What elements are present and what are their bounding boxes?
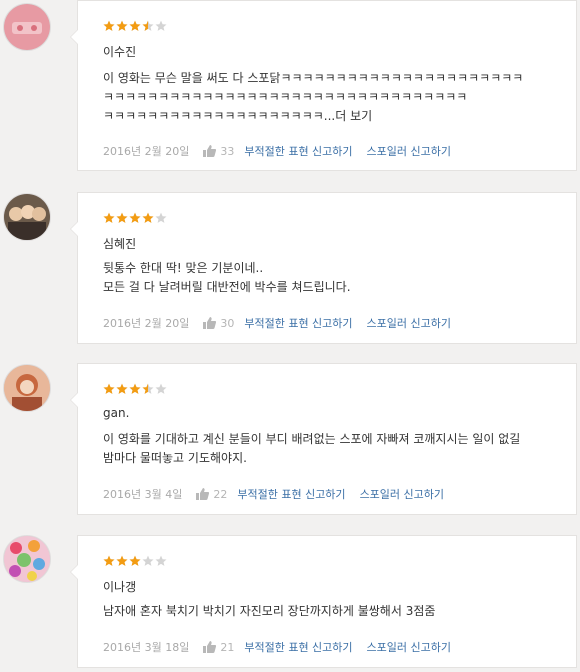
star-icon (142, 20, 154, 32)
star-icon (142, 212, 154, 224)
review-text: 남자애 혼자 북치기 박치기 자진모리 장단까지하게 불쌍해서 3점줌 (103, 602, 563, 621)
like-button[interactable]: 21 (203, 641, 234, 654)
star-icon (116, 555, 128, 567)
star-icon (155, 555, 167, 567)
report-expression-link[interactable]: 부적절한 표현 신고하기 (237, 486, 345, 502)
avatar[interactable] (3, 535, 51, 583)
star-icon (129, 20, 141, 32)
report-expression-link[interactable]: 부적절한 표현 신고하기 (244, 143, 352, 159)
reviewer-name[interactable]: 심혜진 (103, 235, 136, 252)
report-spoiler-link[interactable]: 스포일러 신고하기 (367, 315, 451, 331)
review-meta: 2016년 3월 4일 22 부적절한 표현 신고하기 스포일러 신고하기 (103, 486, 458, 502)
review-card: 이나갱 남자애 혼자 북치기 박치기 자진모리 장단까지하게 불쌍해서 3점줌 … (70, 535, 577, 668)
star-icon (116, 212, 128, 224)
star-rating (103, 212, 168, 226)
star-icon (116, 20, 128, 32)
avatar[interactable] (3, 193, 51, 241)
review-date: 2016년 3월 4일 (103, 488, 183, 501)
star-rating (103, 555, 168, 569)
star-icon (142, 555, 154, 567)
like-count: 33 (220, 144, 235, 158)
review-meta: 2016년 3월 18일 21 부적절한 표현 신고하기 스포일러 신고하기 (103, 639, 465, 655)
report-expression-link[interactable]: 부적절한 표현 신고하기 (244, 315, 352, 331)
review-card: gan. 이 영화를 기대하고 계신 분들이 부디 배려없는 스포에 자빠져 코… (70, 363, 577, 515)
card-pointer (70, 392, 78, 408)
star-icon (155, 212, 167, 224)
star-icon (103, 555, 115, 567)
star-icon (129, 383, 141, 395)
like-count: 21 (220, 640, 235, 654)
review-date: 2016년 2월 20일 (103, 145, 190, 158)
like-count: 30 (220, 316, 235, 330)
review-card: 심혜진 뒷통수 한대 딱! 맞은 기분이네.. 모든 걸 다 날려버릴 대반전에… (70, 192, 577, 344)
thumbs-up-icon (196, 488, 210, 500)
star-icon (129, 212, 141, 224)
reviewer-name[interactable]: gan. (103, 406, 129, 420)
review-meta: 2016년 2월 20일 33 부적절한 표현 신고하기 스포일러 신고하기 (103, 143, 465, 159)
avatar[interactable] (3, 364, 51, 412)
review-text: 이 영화를 기대하고 계신 분들이 부디 배려없는 스포에 자빠져 코깨지시는 … (103, 430, 563, 468)
review-body: 이 영화는 무슨 말을 써도 다 스포닭ㅋㅋㅋㅋㅋㅋㅋㅋㅋㅋㅋㅋㅋㅋㅋㅋㅋㅋㅋㅋ… (103, 71, 524, 123)
star-icon (103, 212, 115, 224)
review-date: 2016년 3월 18일 (103, 641, 190, 654)
thumbs-up-icon (203, 317, 217, 329)
read-more-link[interactable]: 더 보기 (335, 109, 372, 123)
illustration-avatar-icon (4, 365, 50, 411)
report-spoiler-link[interactable]: 스포일러 신고하기 (367, 143, 451, 159)
like-count: 22 (213, 487, 228, 501)
review-text: 뒷통수 한대 딱! 맞은 기분이네.. 모든 걸 다 날려버릴 대반전에 박수를… (103, 259, 563, 297)
group-photo-avatar-icon (4, 194, 50, 240)
reviewer-name[interactable]: 이나갱 (103, 578, 136, 595)
like-button[interactable]: 30 (203, 317, 234, 330)
report-expression-link[interactable]: 부적절한 표현 신고하기 (244, 639, 352, 655)
pink-avatar-icon (4, 4, 50, 50)
card-pointer (70, 564, 78, 580)
star-rating (103, 383, 168, 397)
review-date: 2016년 2월 20일 (103, 317, 190, 330)
like-button[interactable]: 33 (203, 145, 234, 158)
avatar[interactable] (3, 3, 51, 51)
thumbs-up-icon (203, 145, 217, 157)
report-spoiler-link[interactable]: 스포일러 신고하기 (360, 486, 444, 502)
candy-avatar-icon (4, 536, 50, 582)
review-body: 이 영화를 기대하고 계신 분들이 부디 배려없는 스포에 자빠져 코깨지시는 … (103, 432, 521, 465)
report-spoiler-link[interactable]: 스포일러 신고하기 (367, 639, 451, 655)
star-icon (129, 555, 141, 567)
star-icon (103, 20, 115, 32)
like-button[interactable]: 22 (196, 488, 227, 501)
card-pointer (70, 221, 78, 237)
review-text: 이 영화는 무슨 말을 써도 다 스포닭ㅋㅋㅋㅋㅋㅋㅋㅋㅋㅋㅋㅋㅋㅋㅋㅋㅋㅋㅋㅋ… (103, 69, 563, 126)
review-card: 이수진 이 영화는 무슨 말을 써도 다 스포닭ㅋㅋㅋㅋㅋㅋㅋㅋㅋㅋㅋㅋㅋㅋㅋㅋ… (70, 0, 577, 171)
star-icon (103, 383, 115, 395)
star-icon (142, 383, 154, 395)
reviewer-name[interactable]: 이수진 (103, 43, 136, 60)
review-meta: 2016년 2월 20일 30 부적절한 표현 신고하기 스포일러 신고하기 (103, 315, 465, 331)
card-pointer (70, 29, 78, 45)
star-icon (155, 383, 167, 395)
star-rating (103, 20, 168, 34)
thumbs-up-icon (203, 641, 217, 653)
review-body: 뒷통수 한대 딱! 맞은 기분이네.. 모든 걸 다 날려버릴 대반전에 박수를… (103, 261, 351, 294)
star-icon (116, 383, 128, 395)
review-body: 남자애 혼자 북치기 박치기 자진모리 장단까지하게 불쌍해서 3점줌 (103, 604, 436, 618)
star-icon (155, 20, 167, 32)
